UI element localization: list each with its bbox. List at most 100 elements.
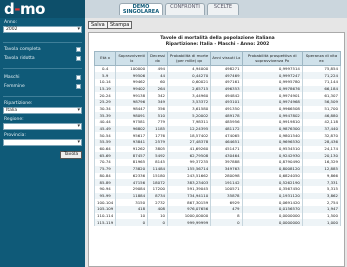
anno-label: Anno: <box>4 20 18 25</box>
table-cell: 85-89 <box>93 179 117 186</box>
table-cell: 489178 <box>210 112 243 119</box>
option-maschi[interactable]: Maschi <box>3 74 82 81</box>
table-cell: 0,6824050 <box>241 172 303 180</box>
table-cell: 32,870 <box>301 132 342 140</box>
radio-tavola-completa[interactable] <box>76 46 81 52</box>
table-cell: 0,0156570 <box>241 205 303 213</box>
table-cell: 497469 <box>210 72 243 79</box>
option-tavola-completa[interactable]: Tavola completa <box>3 46 82 53</box>
divider <box>3 42 82 43</box>
table-cell: 0,9974968 <box>241 98 303 106</box>
ripartizione-label: Ripartizione: <box>4 101 33 106</box>
table-row: 60-64 91262 3805 41,69260 451471 0,9534510 24,… <box>93 145 342 153</box>
table-cell: 97581 <box>115 119 149 126</box>
table-cell: 56,509 <box>301 98 342 106</box>
table-cell: 87457 <box>115 152 149 160</box>
table-cell: 0,9696530 <box>241 139 303 146</box>
stampa-button[interactable]: Stampa <box>107 21 133 29</box>
table-cell: 11884 <box>115 192 149 200</box>
table-cell: 510 <box>147 112 169 119</box>
table-cell: 98796 <box>115 98 149 106</box>
table-cell: 1776 <box>147 132 169 140</box>
tavola-button[interactable]: Tavola <box>60 151 82 159</box>
regione-select[interactable]: ▾ <box>3 123 82 130</box>
table-cell: 37,440 <box>301 125 342 133</box>
table-cell: 481172 <box>210 125 243 133</box>
table-cell: 96802 <box>115 125 149 133</box>
table-cell: 35878 <box>210 192 243 200</box>
option-tavola-ridotta[interactable]: Tavola ridotta <box>3 55 82 62</box>
table-cell: 779 <box>147 119 169 126</box>
table-cell: 60 <box>147 78 169 86</box>
table-row: 55-59 93841 2579 27,48378 464651 0,9696530 28,… <box>93 139 342 146</box>
radio-tavola-ridotta[interactable] <box>76 55 81 61</box>
table-cell: 7,331 <box>301 179 342 186</box>
table-cell: 0 <box>115 219 149 226</box>
tab-confronti[interactable]: CONFRONTI <box>165 3 205 15</box>
radio-maschi[interactable] <box>76 74 81 80</box>
app-logo[interactable]: d-mo <box>0 0 85 18</box>
table-cell: 15-19 <box>93 85 117 93</box>
provincia-label: Provincia: <box>4 133 26 138</box>
column-header: Probabilità prospettiva di sopravvivenza… <box>241 51 303 66</box>
table-cell: 0 <box>147 219 169 226</box>
table-row: 115-119 0 0 999,99999 0 0,0000000 1,000 <box>93 219 342 226</box>
table-cell: 20,130 <box>301 152 342 160</box>
table-cell: 15180 <box>147 172 169 180</box>
table-cell: 0,5262190 <box>241 179 303 186</box>
radio-femmine[interactable] <box>76 83 81 89</box>
anno-select[interactable]: 2002 ▾ <box>3 26 82 33</box>
table-cell: 264 <box>147 85 169 93</box>
table-cell: 0,8008120 <box>241 165 303 173</box>
table-cell: 0,44270 <box>167 72 212 79</box>
table-cell: 976,07656 <box>167 205 212 213</box>
table-cell: 474065 <box>210 132 243 140</box>
table-cell: 0,0691420 <box>241 199 303 206</box>
table-cell: 62,79508 <box>167 152 212 160</box>
table-row: 95-99 11884 8734 734,94110 35878 0,1931120 3,8… <box>93 192 342 200</box>
table-cell: 2732 <box>147 199 169 206</box>
salva-button[interactable]: Salva <box>88 21 108 29</box>
ripartizione-select[interactable]: Italia ▾ <box>3 107 82 114</box>
table-cell: 28,436 <box>301 139 342 146</box>
tab-singolarea[interactable]: DEMO SINGOLAREA <box>119 3 163 15</box>
table-cell: 50-54 <box>93 132 117 140</box>
tab-scelte[interactable]: SCELTE <box>207 3 239 15</box>
column-header: Anni vissuti Lx <box>210 51 243 66</box>
table-row: 0-4 100000 494 4,94000 498271 0,9997514 75,854 <box>93 65 342 73</box>
table-cell: 0,9997247 <box>241 72 303 79</box>
table-cell: 25-29 <box>93 98 117 106</box>
sidebar: d-mo Anno: 2002 ▾ Tavola completa Tavola … <box>0 0 85 267</box>
table-panel: Tavole di mortalità della popolazione it… <box>88 32 345 267</box>
table-row: 45-49 96802 1185 12,24395 481172 0,9876300 37,… <box>93 125 342 133</box>
table-cell: 867,30159 <box>167 199 212 206</box>
table-cell: 8145 <box>147 159 169 166</box>
table-cell: 0,1931120 <box>241 192 303 200</box>
table-cell: 9,866 <box>301 172 342 180</box>
table-cell: 6929 <box>210 199 243 206</box>
table-cell: 5492 <box>147 152 169 160</box>
table-cell: 496353 <box>210 85 243 93</box>
table-cell: 2,65715 <box>167 85 212 93</box>
option-femmine[interactable]: Femmine <box>3 83 82 90</box>
table-row: 110-114 10 10 1000,00000 8 0,0000000 1,500 <box>93 212 342 220</box>
table-cell: 0,9876300 <box>241 125 303 133</box>
table-cell: 0,9947802 <box>241 112 303 119</box>
table-cell: 81965 <box>115 159 149 166</box>
table-cell: 0,9978676 <box>241 85 303 93</box>
table-cell: 3,53372 <box>167 98 212 106</box>
table-subtitle: Ripartizione: Italia - Maschi - Anno: 20… <box>165 42 270 47</box>
table-cell: 3,862 <box>301 192 342 200</box>
table-cell: 0,9974901 <box>241 92 303 99</box>
table-cell: 20-24 <box>93 92 117 99</box>
provincia-select[interactable]: ▾ <box>3 139 82 146</box>
table-cell: 342 <box>147 92 169 99</box>
table-row: 30-34 98447 356 3,61580 491350 0,9966508 51,70… <box>93 105 342 113</box>
table-cell: 99,37235 <box>167 159 212 166</box>
table-cell: 90-94 <box>93 185 117 193</box>
table-cell: 0,60021 <box>167 78 212 86</box>
table-cell: 0,9534510 <box>241 145 303 153</box>
table-cell: 91262 <box>115 145 149 153</box>
table-row: 20-24 99138 342 3,44960 494842 0,9974901 61,30… <box>93 92 342 99</box>
table-cell: 356 <box>147 105 169 113</box>
